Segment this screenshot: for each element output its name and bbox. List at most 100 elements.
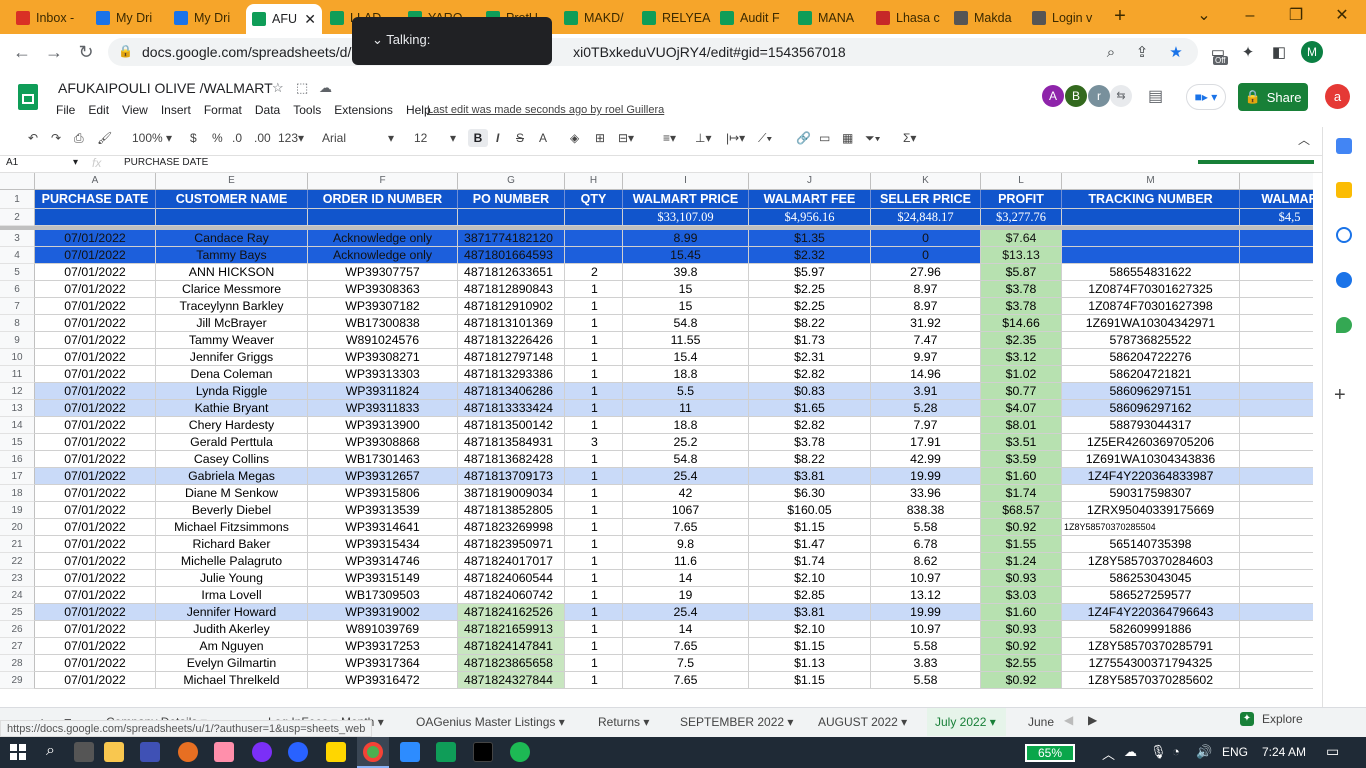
table-cell[interactable]: W891039769 <box>308 621 458 638</box>
table-cell[interactable]: 07/01/2022 <box>35 570 156 587</box>
table-cell[interactable]: WP39311824 <box>308 383 458 400</box>
table-cell[interactable]: $13.13 <box>981 247 1062 264</box>
total-cell[interactable]: $24,848.17 <box>871 209 981 226</box>
table-cell[interactable]: Chery Hardesty <box>156 417 308 434</box>
column-header[interactable]: H <box>565 173 623 190</box>
table-cell[interactable]: 7.65 <box>623 672 749 689</box>
table-cell[interactable]: 18.8 <box>623 366 749 383</box>
table-cell[interactable]: 6.78 <box>871 536 981 553</box>
table-cell[interactable]: $2.32 <box>749 247 871 264</box>
table-cell[interactable]: 1 <box>565 451 623 468</box>
windows-start-icon[interactable] <box>10 744 26 760</box>
table-cell[interactable]: $1.73 <box>749 332 871 349</box>
column-title[interactable]: PO NUMBER <box>458 190 565 209</box>
chat-icon[interactable] <box>288 742 308 762</box>
table-cell[interactable]: WB17301463 <box>308 451 458 468</box>
table-cell[interactable]: WP39317253 <box>308 638 458 655</box>
browser-tab[interactable]: Audit F <box>714 5 790 31</box>
column-header[interactable] <box>1240 173 1313 190</box>
table-cell[interactable]: 07/01/2022 <box>35 230 156 247</box>
meet-icon[interactable]: ■▸ ▾ <box>1186 84 1226 110</box>
table-cell[interactable]: 1 <box>565 553 623 570</box>
table-cell[interactable]: $3.81 <box>749 604 871 621</box>
table-cell[interactable]: 1Z8Y58570370285791 <box>1062 638 1240 655</box>
table-cell[interactable]: 0 <box>871 230 981 247</box>
formula-input[interactable]: PURCHASE DATE <box>124 157 208 168</box>
firefox-icon[interactable] <box>178 742 198 762</box>
table-cell[interactable]: 4871824147841 <box>458 638 565 655</box>
table-cell[interactable]: 07/01/2022 <box>35 247 156 264</box>
browser-tab[interactable]: RELYEA <box>636 5 712 31</box>
wifi-icon[interactable]: ◔ <box>1172 744 1180 759</box>
table-cell[interactable]: $2.31 <box>749 349 871 366</box>
table-cell[interactable]: 1 <box>565 621 623 638</box>
table-cell[interactable]: $3.03 <box>981 587 1062 604</box>
browser-tab[interactable]: Makda <box>948 5 1024 31</box>
table-cell[interactable]: 1Z0874F70301627398 <box>1062 298 1240 315</box>
table-cell[interactable]: 586096297151 <box>1062 383 1240 400</box>
table-cell[interactable] <box>1240 332 1313 349</box>
explore-button[interactable]: ✦ Explore <box>1240 712 1303 726</box>
table-cell[interactable] <box>1240 315 1313 332</box>
table-cell[interactable]: $1.02 <box>981 366 1062 383</box>
table-cell[interactable]: WP39315806 <box>308 485 458 502</box>
row-number[interactable]: 17 <box>0 468 35 485</box>
table-cell[interactable]: 588793044317 <box>1062 417 1240 434</box>
table-cell[interactable]: $0.93 <box>981 570 1062 587</box>
name-box[interactable]: A1 ▾ <box>6 157 78 168</box>
table-cell[interactable]: 1Z691WA10304342971 <box>1062 315 1240 332</box>
browser-tab[interactable]: Lhasa c <box>870 5 946 31</box>
table-cell[interactable]: 07/01/2022 <box>35 281 156 298</box>
table-cell[interactable]: Irma Lovell <box>156 587 308 604</box>
sheet-tab[interactable]: June <box>1028 715 1054 729</box>
vertical-align-icon[interactable]: ⊥▾ <box>695 131 711 145</box>
sheets-logo-icon[interactable] <box>18 84 38 110</box>
sheet-tab[interactable]: AUGUST 2022 ▾ <box>818 715 907 729</box>
table-cell[interactable]: 54.8 <box>623 315 749 332</box>
functions-icon[interactable]: Σ▾ <box>903 131 916 145</box>
bookmark-star-icon[interactable]: ★ <box>1165 42 1187 64</box>
menu-data[interactable]: Data <box>255 103 280 117</box>
merge-cells-icon[interactable]: ⊟▾ <box>618 131 634 145</box>
row-number[interactable]: 1 <box>0 190 35 209</box>
table-cell[interactable]: $2.10 <box>749 621 871 638</box>
row-number[interactable]: 23 <box>0 570 35 587</box>
table-cell[interactable]: 1Z5ER4260369705206 <box>1062 434 1240 451</box>
chevron-down-icon[interactable]: ▾ <box>555 715 565 729</box>
row-number[interactable]: 18 <box>0 485 35 502</box>
table-cell[interactable]: $2.55 <box>981 655 1062 672</box>
total-cell[interactable] <box>35 209 156 226</box>
minimize-button[interactable]: – <box>1238 5 1262 29</box>
table-cell[interactable]: Jennifer Griggs <box>156 349 308 366</box>
table-cell[interactable]: Clarice Messmore <box>156 281 308 298</box>
row-number[interactable]: 22 <box>0 553 35 570</box>
column-header[interactable]: I <box>623 173 749 190</box>
print-icon[interactable]: ⎙ <box>74 131 84 146</box>
table-cell[interactable]: Acknowledge only <box>308 247 458 264</box>
chevron-down-icon[interactable]: ▾ <box>986 715 996 729</box>
zoom-search-icon[interactable]: ⌕ <box>1100 42 1122 64</box>
table-cell[interactable]: 1 <box>565 281 623 298</box>
column-title[interactable]: WALMAR <box>1240 190 1313 209</box>
lock-icon[interactable]: 🔒 <box>118 44 133 58</box>
text-rotation-icon[interactable]: ⟋▾ <box>758 131 772 146</box>
table-cell[interactable]: Acknowledge only <box>308 230 458 247</box>
table-cell[interactable]: 14 <box>623 621 749 638</box>
table-cell[interactable]: 07/01/2022 <box>35 655 156 672</box>
table-cell[interactable]: 586096297162 <box>1062 400 1240 417</box>
table-cell[interactable]: 14.96 <box>871 366 981 383</box>
table-cell[interactable]: 1 <box>565 519 623 536</box>
maps-icon[interactable] <box>1336 317 1352 333</box>
comments-icon[interactable]: ▤ <box>1148 86 1163 106</box>
browser-tab[interactable]: Login v <box>1026 5 1102 31</box>
table-cell[interactable]: $3.78 <box>749 434 871 451</box>
table-cell[interactable]: 1Z7554300371794325 <box>1062 655 1240 672</box>
sheet-tab[interactable]: OAGenius Master Listings ▾ <box>416 715 565 729</box>
star-icon[interactable]: ☆ <box>272 80 284 96</box>
table-cell[interactable]: ANN HICKSON <box>156 264 308 281</box>
column-title[interactable]: WALMART FEE <box>749 190 871 209</box>
table-cell[interactable]: 0 <box>871 247 981 264</box>
table-cell[interactable]: 1 <box>565 400 623 417</box>
table-cell[interactable]: 4871821659913 <box>458 621 565 638</box>
table-cell[interactable] <box>1240 230 1313 247</box>
